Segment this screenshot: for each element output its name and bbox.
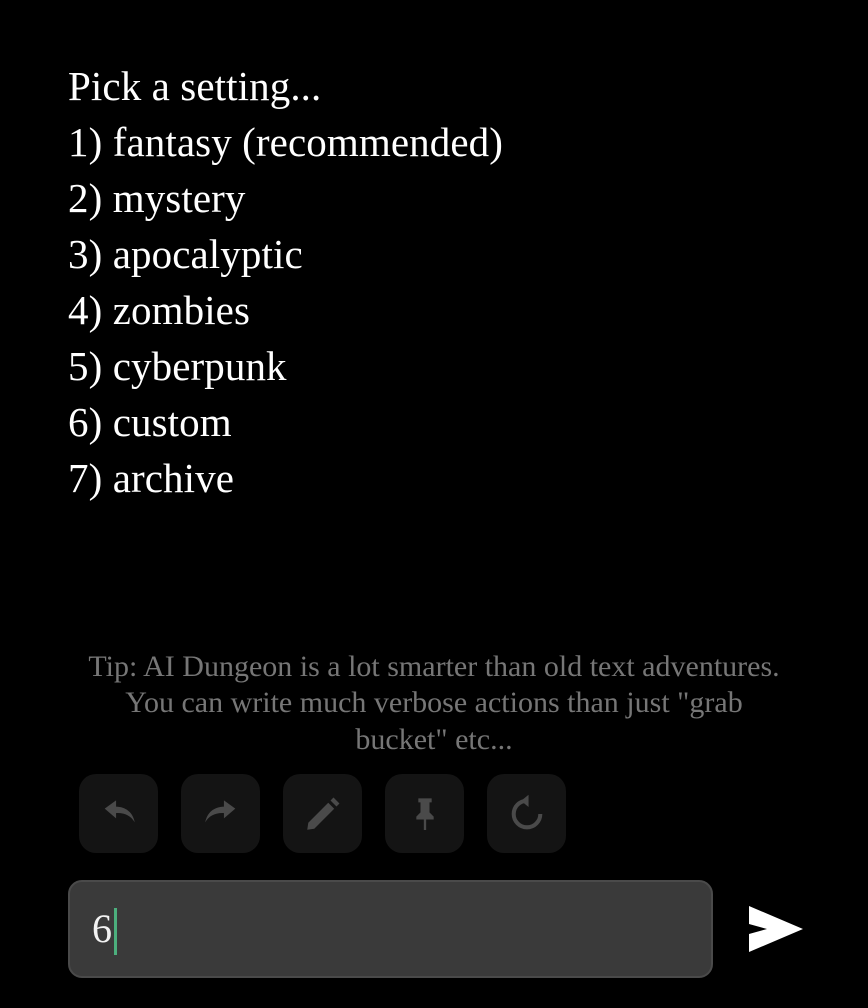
story-option-6-custom: 6) custom [68, 399, 232, 445]
action-input-value: 6 [92, 906, 112, 951]
retry-button[interactable] [487, 774, 566, 853]
story-option-7-archive: 7) archive [68, 455, 235, 501]
redo-button[interactable] [181, 774, 260, 853]
story-option-4-zombies: 4) zombies [68, 287, 251, 333]
send-icon [743, 900, 809, 958]
pin-button[interactable] [385, 774, 464, 853]
pencil-icon [302, 793, 344, 835]
ai-dungeon-screen: Pick a setting... 1) fantasy (recommende… [0, 0, 868, 1008]
tip-text: Tip: AI Dungeon is a lot smarter than ol… [88, 649, 780, 756]
send-button[interactable] [741, 894, 811, 964]
edit-button[interactable] [283, 774, 362, 853]
composer-row: 6 [0, 880, 868, 1008]
story-option-1-fantasy: 1) fantasy (recommended) [68, 119, 503, 165]
story-option-3-apocalyptic: 3) apocalyptic [68, 231, 303, 277]
story-line-title: Pick a setting... [68, 63, 322, 109]
retry-icon [506, 793, 548, 835]
story-option-5-cyberpunk: 5) cyberpunk [68, 343, 287, 389]
undo-button[interactable] [79, 774, 158, 853]
redo-icon [199, 792, 243, 836]
action-input[interactable]: 6 [68, 880, 713, 978]
text-caret [114, 907, 117, 955]
undo-icon [97, 792, 141, 836]
action-toolbar [0, 774, 868, 853]
story-option-2-mystery: 2) mystery [68, 175, 246, 221]
pin-icon [405, 794, 445, 834]
story-text-area: Pick a setting... 1) fantasy (recommende… [0, 0, 868, 649]
